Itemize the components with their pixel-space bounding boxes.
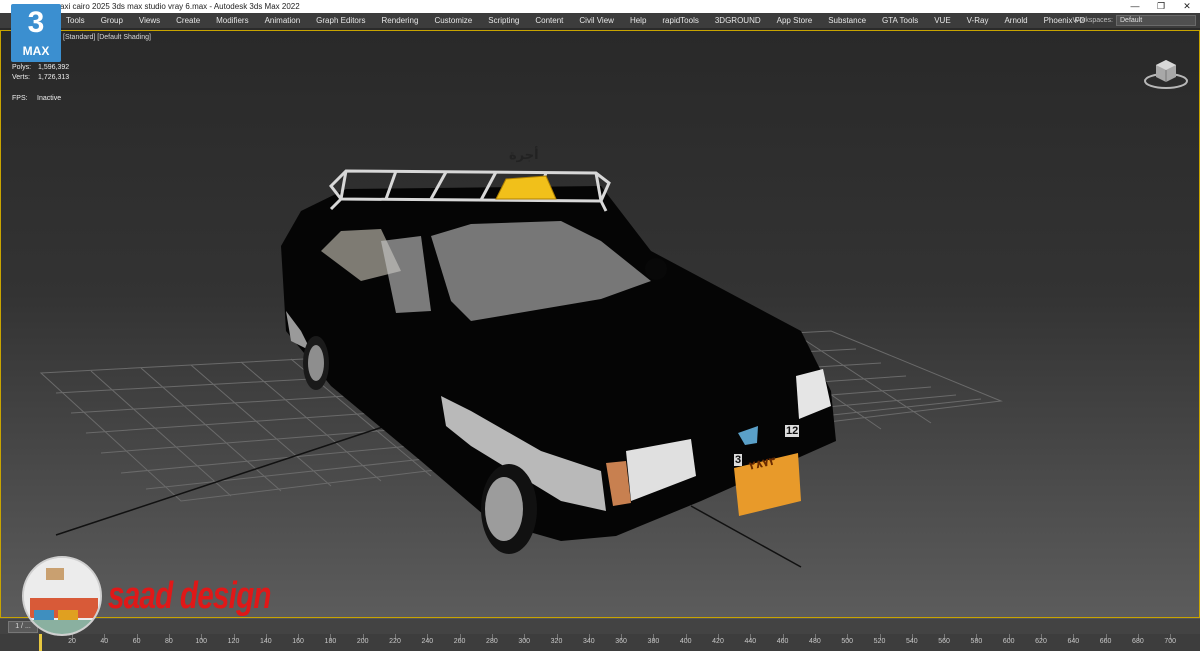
timeline-tick-label: 560: [938, 638, 950, 645]
workspaces-dropdown[interactable]: Default: [1116, 15, 1196, 26]
menu-item-views[interactable]: Views: [131, 13, 168, 29]
menu-item-app-store[interactable]: App Store: [769, 13, 821, 29]
verts-value: 1,726,313: [38, 74, 70, 81]
menu-item-customize[interactable]: Customize: [426, 13, 480, 29]
menu-item-substance[interactable]: Substance: [820, 13, 874, 29]
brand-watermark-text: saad design: [108, 575, 272, 617]
brand-avatar: [22, 556, 102, 636]
minimize-button[interactable]: —: [1122, 0, 1148, 13]
menu-item-scripting[interactable]: Scripting: [480, 13, 527, 29]
fps-label: FPS:: [12, 95, 28, 102]
polys-value: 1,596,392: [38, 64, 70, 71]
menu-items: Tools Group Views Create Modifiers Animation G…: [58, 13, 1093, 29]
menu-item-modifiers[interactable]: Modifiers: [208, 13, 256, 29]
plate-number-left: 3: [734, 454, 743, 466]
timeline-tick-label: 100: [195, 638, 208, 645]
timeline-tick-label: 680: [1132, 638, 1144, 645]
timeline-tick-label: 480: [809, 638, 821, 645]
timeline-tick-label: 520: [873, 638, 886, 645]
timeline-tick-label: 700: [1164, 638, 1177, 645]
timeline-tick-label: 440: [744, 638, 757, 645]
timeline-tick-label: 60: [132, 638, 141, 645]
timeline-tick-label: 600: [1002, 638, 1015, 645]
workspace-selector: Workspaces: Default: [1073, 15, 1196, 26]
plate-number-right: 12: [785, 425, 800, 437]
menu-item-create[interactable]: Create: [168, 13, 208, 29]
viewport-scene: [39, 169, 1003, 568]
timeline-tick-label: 340: [582, 638, 595, 645]
menu-item-civil-view[interactable]: Civil View: [571, 13, 622, 29]
timeline-tick-label: 200: [356, 638, 369, 645]
viewport-label[interactable]: [Standard] [Default Shading]: [63, 34, 151, 41]
timeline-tick-label: 140: [259, 638, 272, 645]
menu-item-help[interactable]: Help: [622, 13, 654, 29]
timeline-tick-label: 380: [647, 638, 660, 645]
timeline-tick-label: 120: [227, 638, 240, 645]
menu-bar: Tools Group Views Create Modifiers Animation G…: [0, 13, 1200, 29]
logo-label: MAX: [22, 44, 50, 58]
timeline-tick-label: 660: [1099, 638, 1112, 645]
menu-item-graph-editors[interactable]: Graph Editors: [308, 13, 373, 29]
timeline-tick-label: 360: [615, 638, 627, 645]
timeline-tick-label: 40: [100, 638, 109, 645]
timeline-tick-label: 300: [518, 638, 531, 645]
timeline-tick-label: 620: [1035, 638, 1047, 645]
menu-item-content[interactable]: Content: [527, 13, 571, 29]
menu-item-group[interactable]: Group: [93, 13, 131, 29]
menu-item-vue[interactable]: VUE: [926, 13, 958, 29]
viewport-statistics: Polys: 1,596,392 Verts: 1,726,313 FPS: Inac…: [12, 63, 69, 104]
logo-number: 3: [27, 6, 45, 39]
title-bar: axi cairo 2025 3ds max studio vray 6.max…: [0, 0, 1200, 13]
timeline-tick-label: 240: [421, 638, 434, 645]
window-controls: — ❐ ✕: [1122, 0, 1200, 13]
menu-item-gta-tools[interactable]: GTA Tools: [874, 13, 926, 29]
timeline-tick-label: 460: [776, 638, 789, 645]
timeline-tick-label: 280: [486, 638, 498, 645]
menu-item-3dground[interactable]: 3DGROUND: [707, 13, 769, 29]
timeline-tick-label: 180: [324, 638, 337, 645]
verts-label: Verts:: [12, 74, 30, 81]
fps-value: Inactive: [37, 95, 62, 102]
time-slider[interactable]: 1 / ...: [0, 618, 1200, 634]
menu-item-rapidtools[interactable]: rapidTools: [654, 13, 706, 29]
timeline-tick-label: 640: [1067, 638, 1080, 645]
taxi-car-model[interactable]: [281, 186, 836, 554]
viewcube-icon[interactable]: [1143, 51, 1189, 91]
menu-item-tools[interactable]: Tools: [58, 13, 93, 29]
timeline-tick-label: 540: [905, 638, 918, 645]
maximize-button[interactable]: ❐: [1148, 0, 1174, 13]
timeline-ruler[interactable]: 20 40 60 80 100 120 140 160 180 200 220 240 260 280 30…: [0, 634, 1200, 651]
timeline-tick-label: 400: [679, 638, 692, 645]
app-logo[interactable]: 3 MAX: [11, 4, 61, 62]
timeline-tick-label: 20: [68, 638, 76, 645]
taxi-roof-sign: [495, 175, 557, 200]
polys-label: Polys:: [12, 64, 32, 71]
time-slider-panel: 1 / ... 20 40 60 80 100 120 140 160 180 200 220 240…: [0, 618, 1200, 651]
timeline-tick-label: 160: [292, 638, 304, 645]
workspaces-label: Workspaces:: [1072, 17, 1113, 24]
taxi-sign-text: أجرة: [509, 148, 539, 163]
menu-item-animation[interactable]: Animation: [257, 13, 309, 29]
window-title: axi cairo 2025 3ds max studio vray 6.max…: [60, 2, 300, 11]
timeline-tick-label: 260: [453, 638, 466, 645]
menu-item-rendering[interactable]: Rendering: [374, 13, 427, 29]
menu-item-v-ray[interactable]: V-Ray: [959, 13, 997, 29]
perspective-viewport[interactable]: [Standard] [Default Shading] Polys: 1,596…: [0, 30, 1200, 618]
timeline-tick-label: 220: [389, 638, 401, 645]
timeline-tick-label: 580: [970, 638, 983, 645]
timeline-tick-label: 420: [712, 638, 724, 645]
menu-item-arnold[interactable]: Arnold: [996, 13, 1035, 29]
playhead-marker[interactable]: [39, 634, 42, 651]
timeline-tick-label: 320: [550, 638, 563, 645]
timeline-tick-label: 80: [164, 638, 173, 645]
timeline-tick-label: 500: [841, 638, 854, 645]
close-button[interactable]: ✕: [1174, 0, 1200, 13]
